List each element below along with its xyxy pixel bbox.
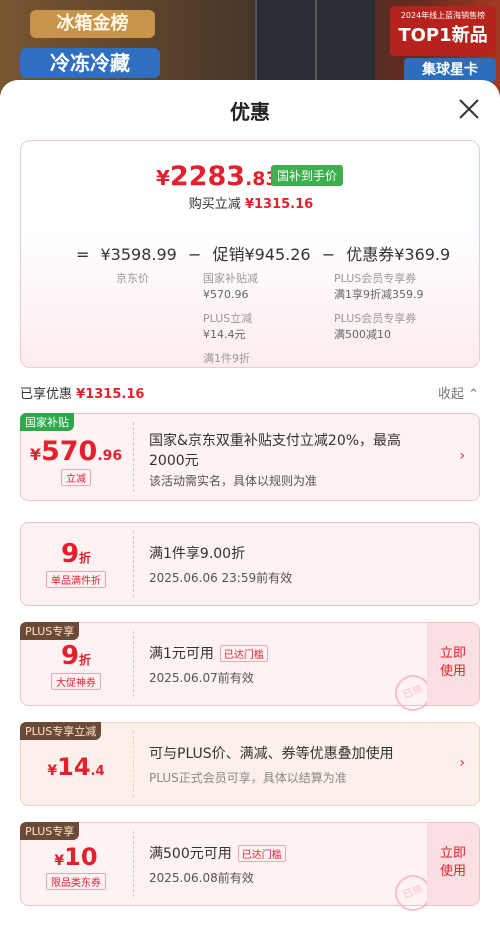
star-card-badge: 集球星卡 bbox=[404, 58, 496, 82]
discount-card: 9折 单品满件折 满1件享9.00折 2025.06.06 23:59前有效 bbox=[20, 522, 480, 606]
use-now-button[interactable]: 立即 使用 bbox=[427, 623, 479, 705]
fridge-image bbox=[255, 0, 375, 92]
top1-badge: 2024年线上蓝海销售榜 TOP1新品 bbox=[390, 6, 496, 56]
category-badge: 冷冻冷藏 bbox=[20, 48, 160, 78]
chevron-right-icon: › bbox=[459, 755, 465, 771]
discount-sheet: 优惠 ¥2283.83 国补到手价 购买立减 ¥1315.16 = ¥3598.… bbox=[0, 80, 500, 927]
collapse-button[interactable]: 收起 ⌃ bbox=[438, 383, 479, 402]
close-icon[interactable] bbox=[456, 96, 482, 122]
price-summary: ¥2283.83 国补到手价 购买立减 ¥1315.16 = ¥3598.99 … bbox=[20, 140, 480, 368]
coupon-breakdown: PLUS会员专享券 满1享9折减359.9 PLUS会员专享券 满500减10 bbox=[334, 272, 424, 341]
price-tag: 国补到手价 bbox=[271, 165, 344, 186]
applied-discount: 已享优惠 ¥1315.16 bbox=[20, 387, 145, 402]
chevron-right-icon: › bbox=[459, 448, 465, 464]
plus-coupon-card: PLUS专享 9折 大促神券 满1元可用 已达门槛 2025.06.07前有效 已… bbox=[20, 622, 480, 717]
chevron-up-icon: ⌃ bbox=[468, 387, 480, 402]
use-now-button[interactable]: 立即 使用 bbox=[427, 823, 479, 905]
price-formula: = ¥3598.99 − 促销¥945.26 − 优惠券¥369.9 bbox=[76, 245, 451, 264]
plus-coupon-card: PLUS专享 ¥10 限品类东券 满500元可用 已达门槛 2025.06.08前… bbox=[20, 822, 480, 917]
rank-badge: 冰箱金榜 bbox=[30, 10, 155, 38]
sheet-title: 优惠 bbox=[230, 100, 270, 124]
subsidy-card[interactable]: 国家补贴 ¥570.96 立减 国家&京东双重补贴支付立减20%，最高 2000… bbox=[20, 413, 480, 501]
plus-instant-card[interactable]: PLUS专享立减 ¥14.4 可与PLUS价、满减、券等优惠叠加使用 PLUS正… bbox=[20, 722, 480, 806]
promo-breakdown: 国家补贴减 ¥570.96 PLUS立减 ¥14.4元 满1件9折 bbox=[203, 272, 258, 365]
final-price: ¥2283.83 bbox=[156, 161, 279, 192]
base-price-label: 京东价 bbox=[116, 272, 149, 285]
instant-discount: 购买立减 ¥1315.16 bbox=[188, 197, 314, 212]
